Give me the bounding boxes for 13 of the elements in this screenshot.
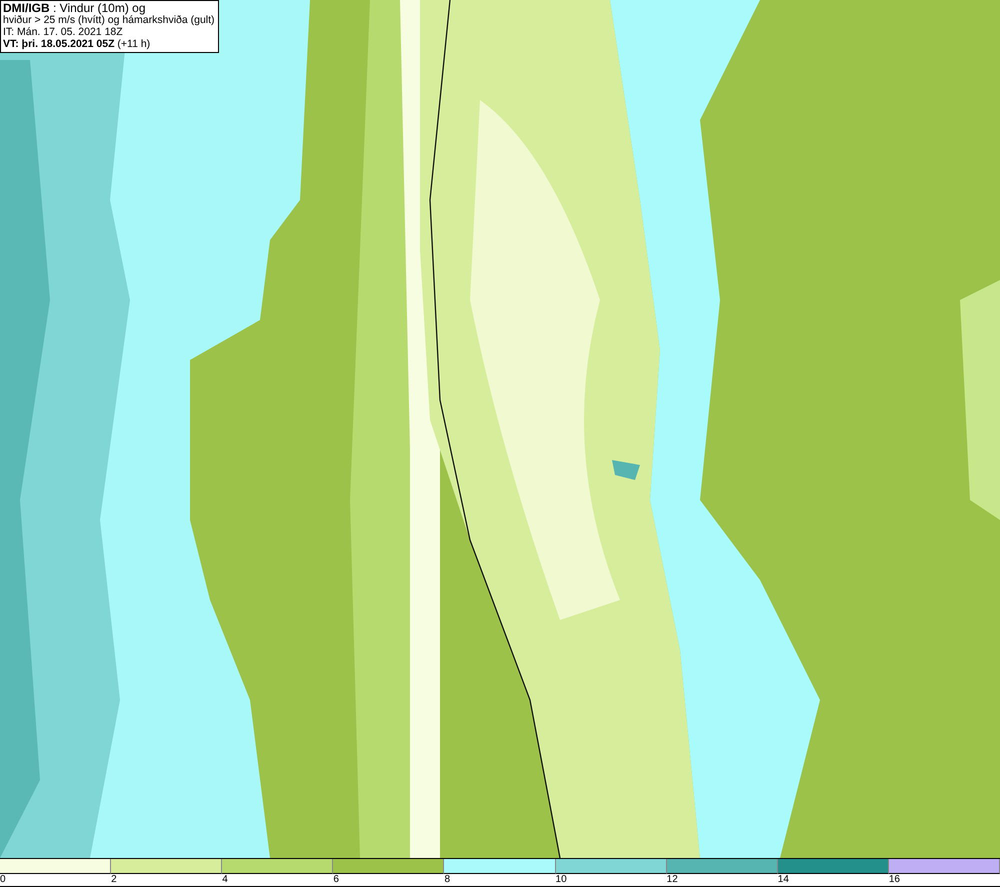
info-text: VT: þri. 18.05.2021 05Z (+11 h) [3,38,152,50]
legend-label: 0 [0,874,6,886]
legend-label: 12 [666,874,678,886]
legend-label: 2 [111,874,117,886]
info-text: DMI/IGB : Vindur (10m) og [3,2,146,14]
legend-label: 6 [333,874,339,886]
info-text: hviður > 25 m/s (hvítt) og hámarkshviða (gult) [3,14,215,26]
legend-label: 14 [778,874,789,886]
legend-label: 8 [444,874,450,886]
info-text: IT: Mán. 17. 05. 2021 18Z [3,26,124,38]
legend-label: 10 [556,874,567,886]
legend-label: 4 [222,874,228,886]
legend-label: 16 [888,874,900,886]
